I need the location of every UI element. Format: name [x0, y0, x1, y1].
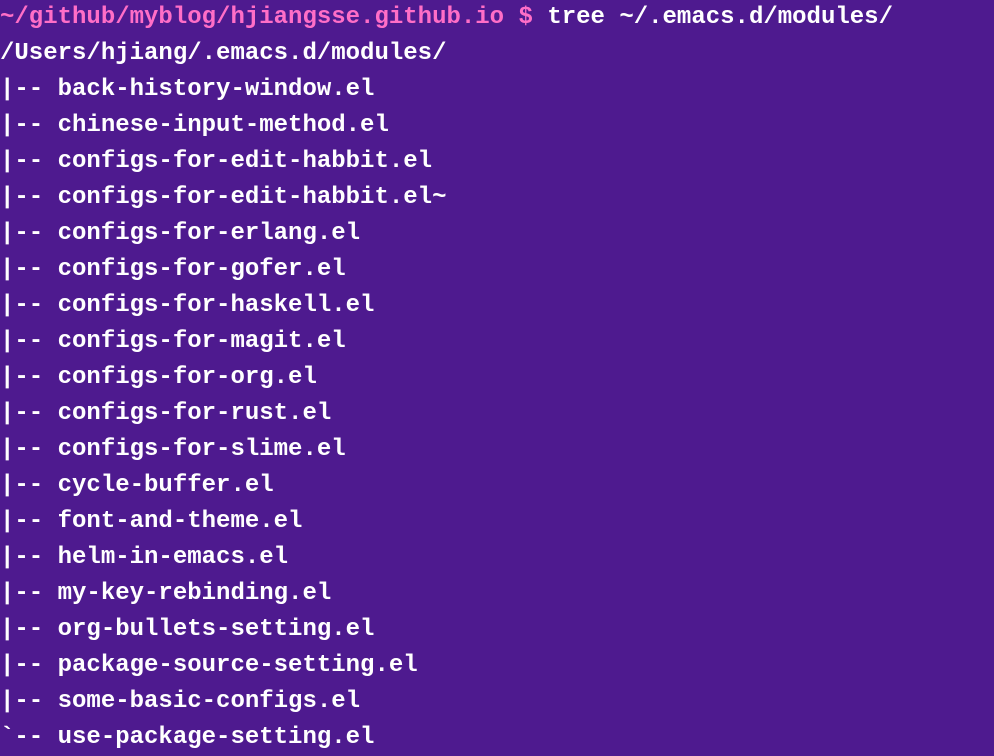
- tree-file-name: configs-for-edit-habbit.el~: [58, 184, 447, 211]
- tree-file-name: org-bullets-setting.el: [58, 616, 375, 643]
- tree-file-name: my-key-rebinding.el: [58, 580, 332, 607]
- tree-branch-icon: |--: [0, 508, 58, 535]
- tree-file-name: use-package-setting.el: [58, 724, 375, 751]
- tree-file-name: configs-for-slime.el: [58, 436, 346, 463]
- tree-file-name: some-basic-configs.el: [58, 688, 360, 715]
- command-text[interactable]: tree ~/.emacs.d/modules/: [547, 4, 893, 31]
- tree-branch-icon: |--: [0, 580, 58, 607]
- tree-branch-icon: |--: [0, 472, 58, 499]
- tree-file-name: helm-in-emacs.el: [58, 544, 288, 571]
- tree-root: /Users/hjiang/.emacs.d/modules/: [0, 40, 446, 67]
- tree-file-name: package-source-setting.el: [58, 652, 418, 679]
- tree-branch-icon: |--: [0, 256, 58, 283]
- tree-branch-icon: |--: [0, 688, 58, 715]
- tree-file-name: cycle-buffer.el: [58, 472, 274, 499]
- tree-branch-icon: |--: [0, 292, 58, 319]
- prompt-dollar: $: [504, 4, 547, 31]
- terminal-output: ~/github/myblog/hjiangsse.github.io $ tr…: [0, 0, 994, 756]
- tree-branch-icon: |--: [0, 76, 58, 103]
- tree-branch-icon: |--: [0, 328, 58, 355]
- tree-branch-icon: `--: [0, 724, 58, 751]
- tree-file-name: configs-for-gofer.el: [58, 256, 346, 283]
- tree-file-name: configs-for-org.el: [58, 364, 317, 391]
- tree-branch-icon: |--: [0, 184, 58, 211]
- prompt-path: ~/github/myblog/hjiangsse.github.io: [0, 4, 504, 31]
- tree-branch-icon: |--: [0, 652, 58, 679]
- tree-file-name: chinese-input-method.el: [58, 112, 389, 139]
- tree-file-name: configs-for-magit.el: [58, 328, 346, 355]
- tree-branch-icon: |--: [0, 436, 58, 463]
- tree-branch-icon: |--: [0, 112, 58, 139]
- tree-branch-icon: |--: [0, 364, 58, 391]
- tree-file-name: configs-for-edit-habbit.el: [58, 148, 432, 175]
- tree-file-name: back-history-window.el: [58, 76, 375, 103]
- tree-file-list: |-- back-history-window.el |-- chinese-i…: [0, 72, 994, 756]
- tree-branch-icon: |--: [0, 400, 58, 427]
- tree-file-name: configs-for-rust.el: [58, 400, 332, 427]
- tree-branch-icon: |--: [0, 544, 58, 571]
- tree-branch-icon: |--: [0, 148, 58, 175]
- tree-branch-icon: |--: [0, 220, 58, 247]
- tree-file-name: font-and-theme.el: [58, 508, 303, 535]
- tree-file-name: configs-for-haskell.el: [58, 292, 375, 319]
- tree-file-name: configs-for-erlang.el: [58, 220, 360, 247]
- tree-branch-icon: |--: [0, 616, 58, 643]
